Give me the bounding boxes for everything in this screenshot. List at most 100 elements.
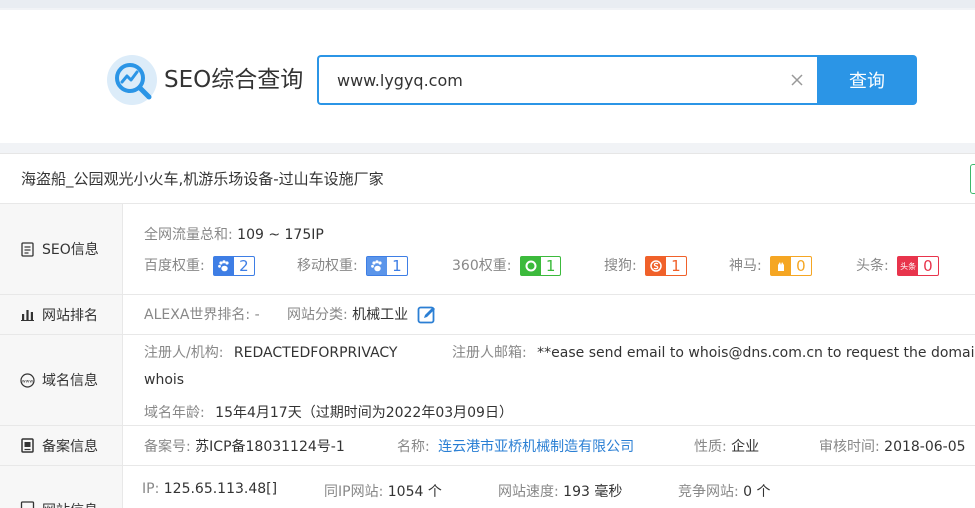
sogou-weight-value: 1	[671, 257, 681, 275]
right-action-stub[interactable]	[970, 164, 975, 194]
ip-key: IP:	[142, 481, 160, 497]
icp-name-key: 名称:	[397, 439, 430, 455]
mobile-weight[interactable]: 移动权重: 1	[297, 255, 408, 276]
registrant-value: REDACTEDFORPRIVACY	[233, 345, 398, 361]
alexa-key: ALEXA世界排名:	[144, 307, 251, 323]
mobile-weight-key: 移动权重:	[297, 258, 358, 274]
icp-audit-value: 2018-06-05	[884, 439, 966, 455]
toutiao-weight[interactable]: 头条: 头条 0	[856, 255, 939, 276]
icp-row: 备案信息 备案号: 苏ICP备18031124号-1 名称: 连云港市亚桥机械制…	[0, 425, 975, 465]
icp-audit-key: 审核时间:	[819, 439, 880, 455]
bar-chart-icon	[21, 310, 34, 321]
edit-icon[interactable]	[417, 305, 437, 325]
domain-row: www 域名信息 注册人/机构: REDACTEDFORPRIVACY 注册人邮…	[0, 334, 975, 425]
clear-icon[interactable]	[789, 72, 805, 88]
mobile-paw-icon	[367, 257, 388, 275]
monitor-icon	[20, 501, 35, 508]
alexa-value: -	[254, 307, 260, 323]
compete-value[interactable]: 0 个	[743, 484, 770, 500]
search-box[interactable]	[317, 55, 817, 105]
baidu-paw-icon	[214, 257, 235, 275]
result-card: 海盗船_公园观光小火车,机游乐场设备-过山车设施厂家 SEO信息 全网流量总和:…	[0, 153, 975, 508]
site-info-label-text: 网站信息	[42, 500, 98, 508]
toutiao-weight-badge[interactable]: 头条 0	[897, 256, 939, 276]
registrant-key: 注册人/机构:	[144, 345, 224, 361]
mobile-weight-badge[interactable]: 1	[366, 256, 408, 276]
icp-number: 备案号: 苏ICP备18031124号-1	[144, 436, 345, 456]
icp-number-value: 苏ICP备18031124号-1	[195, 439, 345, 455]
record-icon	[21, 438, 34, 453]
www-icon: www	[20, 372, 35, 388]
toutiao-weight-key: 头条:	[856, 258, 889, 274]
icp-name-link[interactable]: 连云港市亚桥机械制造有限公司	[438, 439, 634, 455]
baidu-weight-value: 2	[239, 257, 249, 275]
icp-label-text: 备案信息	[42, 438, 98, 455]
shenma-weight-value: 0	[796, 257, 806, 275]
site-title: 海盗船_公园观光小火车,机游乐场设备-过山车设施厂家	[21, 170, 384, 188]
same-ip-sites: 同IP网站: 1054 个	[324, 481, 442, 501]
rank-label-text: 网站排名	[42, 307, 98, 324]
alexa-rank: ALEXA世界排名: -	[144, 304, 260, 324]
traffic-value: 109 ~ 175IP	[237, 227, 324, 243]
icp-nature-value: 企业	[731, 439, 760, 455]
weight-360-key: 360权重:	[452, 258, 512, 274]
icp-number-key: 备案号:	[144, 439, 191, 455]
sogou-weight-badge[interactable]: 1	[645, 256, 687, 276]
same-ip-value[interactable]: 1054 个	[388, 484, 442, 500]
sogou-weight-key: 搜狗:	[604, 258, 637, 274]
icp-audit: 审核时间: 2018-06-05	[819, 436, 966, 456]
speed-key: 网站速度:	[498, 484, 559, 500]
ip-value: 125.65.113.48[]	[163, 481, 278, 497]
toutiao-weight-value: 0	[923, 257, 933, 275]
shenma-weight[interactable]: 神马: 0	[729, 255, 812, 276]
shenma-icon	[771, 257, 792, 275]
ip-info: IP: 125.65.113.48[]	[142, 481, 277, 497]
baidu-weight-badge[interactable]: 2	[213, 256, 255, 276]
seo-logo-icon	[106, 54, 158, 106]
top-strip	[0, 0, 975, 8]
seo-info-row: SEO信息 全网流量总和: 109 ~ 175IP 百度权重: 2 移动权重:	[0, 203, 975, 294]
search-button[interactable]: 查询	[817, 55, 917, 105]
icp-name: 名称: 连云港市亚桥机械制造有限公司	[397, 436, 634, 456]
icp-nature-key: 性质:	[694, 439, 727, 455]
sogou-icon	[646, 257, 667, 275]
rank-label: 网站排名	[0, 295, 123, 334]
category-value: 机械工业	[352, 307, 409, 323]
same-ip-key: 同IP网站:	[324, 484, 384, 500]
email-value: **ease send email to whois@dns.com.cn to…	[537, 345, 975, 361]
domain-label-text: 域名信息	[42, 373, 98, 389]
mobile-weight-value: 1	[392, 257, 402, 275]
toutiao-icon: 头条	[898, 257, 919, 275]
age-value: 15年4月17天（过期时间为2022年03月09日）	[215, 405, 513, 421]
icp-label: 备案信息	[0, 426, 123, 465]
site-category: 网站分类: 机械工业	[287, 304, 437, 325]
compete-key: 竞争网站:	[678, 484, 739, 500]
speed-value: 193 毫秒	[563, 484, 623, 500]
email-value-cont: whois	[144, 372, 185, 388]
email-key: 注册人邮箱:	[452, 345, 527, 361]
icp-nature: 性质: 企业	[694, 436, 759, 456]
360-icon	[520, 257, 541, 275]
shenma-weight-badge[interactable]: 0	[770, 256, 812, 276]
baidu-weight-key: 百度权重:	[144, 258, 205, 274]
registrant: 注册人/机构: REDACTEDFORPRIVACY	[144, 342, 397, 362]
app-title: SEO综合查询	[164, 67, 304, 93]
site-speed: 网站速度: 193 毫秒	[498, 481, 622, 501]
search-input[interactable]	[337, 57, 777, 103]
svg-text:www: www	[22, 379, 34, 384]
weight-360[interactable]: 360权重: 1	[452, 255, 562, 276]
weight-360-value: 1	[545, 257, 556, 275]
seo-info-label: SEO信息	[0, 204, 123, 294]
traffic-key: 全网流量总和:	[144, 227, 233, 243]
baidu-weight[interactable]: 百度权重: 2	[144, 255, 255, 276]
registrant-email: 注册人邮箱: **ease send email to whois@dns.co…	[452, 342, 975, 362]
weight-360-badge[interactable]: 1	[519, 256, 562, 276]
domain-age: 域名年龄: 15年4月17天（过期时间为2022年03月09日）	[144, 402, 513, 422]
seo-info-label-text: SEO信息	[42, 242, 99, 258]
sogou-weight[interactable]: 搜狗: 1	[604, 255, 687, 276]
category-key: 网站分类:	[287, 307, 348, 323]
shenma-weight-key: 神马:	[729, 258, 762, 274]
domain-label: www 域名信息	[0, 335, 123, 425]
site-info-row: 网站信息 IP: 125.65.113.48[] 同IP网站: 1054 个 网…	[0, 465, 975, 508]
document-icon	[21, 241, 34, 257]
